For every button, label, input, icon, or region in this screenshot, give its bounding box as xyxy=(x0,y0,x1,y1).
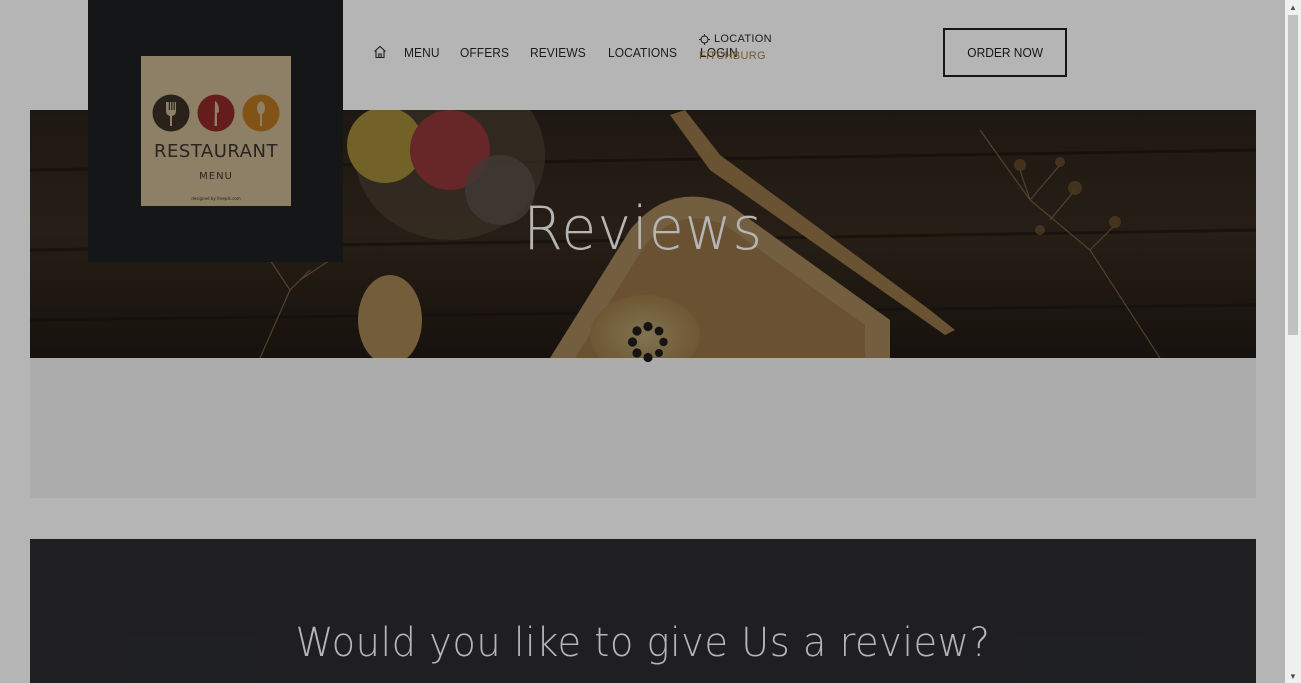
vertical-scrollbar[interactable]: ▲ ▼ xyxy=(1285,0,1301,683)
scroll-down-arrow-icon[interactable]: ▼ xyxy=(1285,669,1301,683)
scroll-thumb[interactable] xyxy=(1288,15,1298,335)
loading-spinner-icon xyxy=(627,321,669,363)
scroll-up-arrow-icon[interactable]: ▲ xyxy=(1285,0,1301,14)
